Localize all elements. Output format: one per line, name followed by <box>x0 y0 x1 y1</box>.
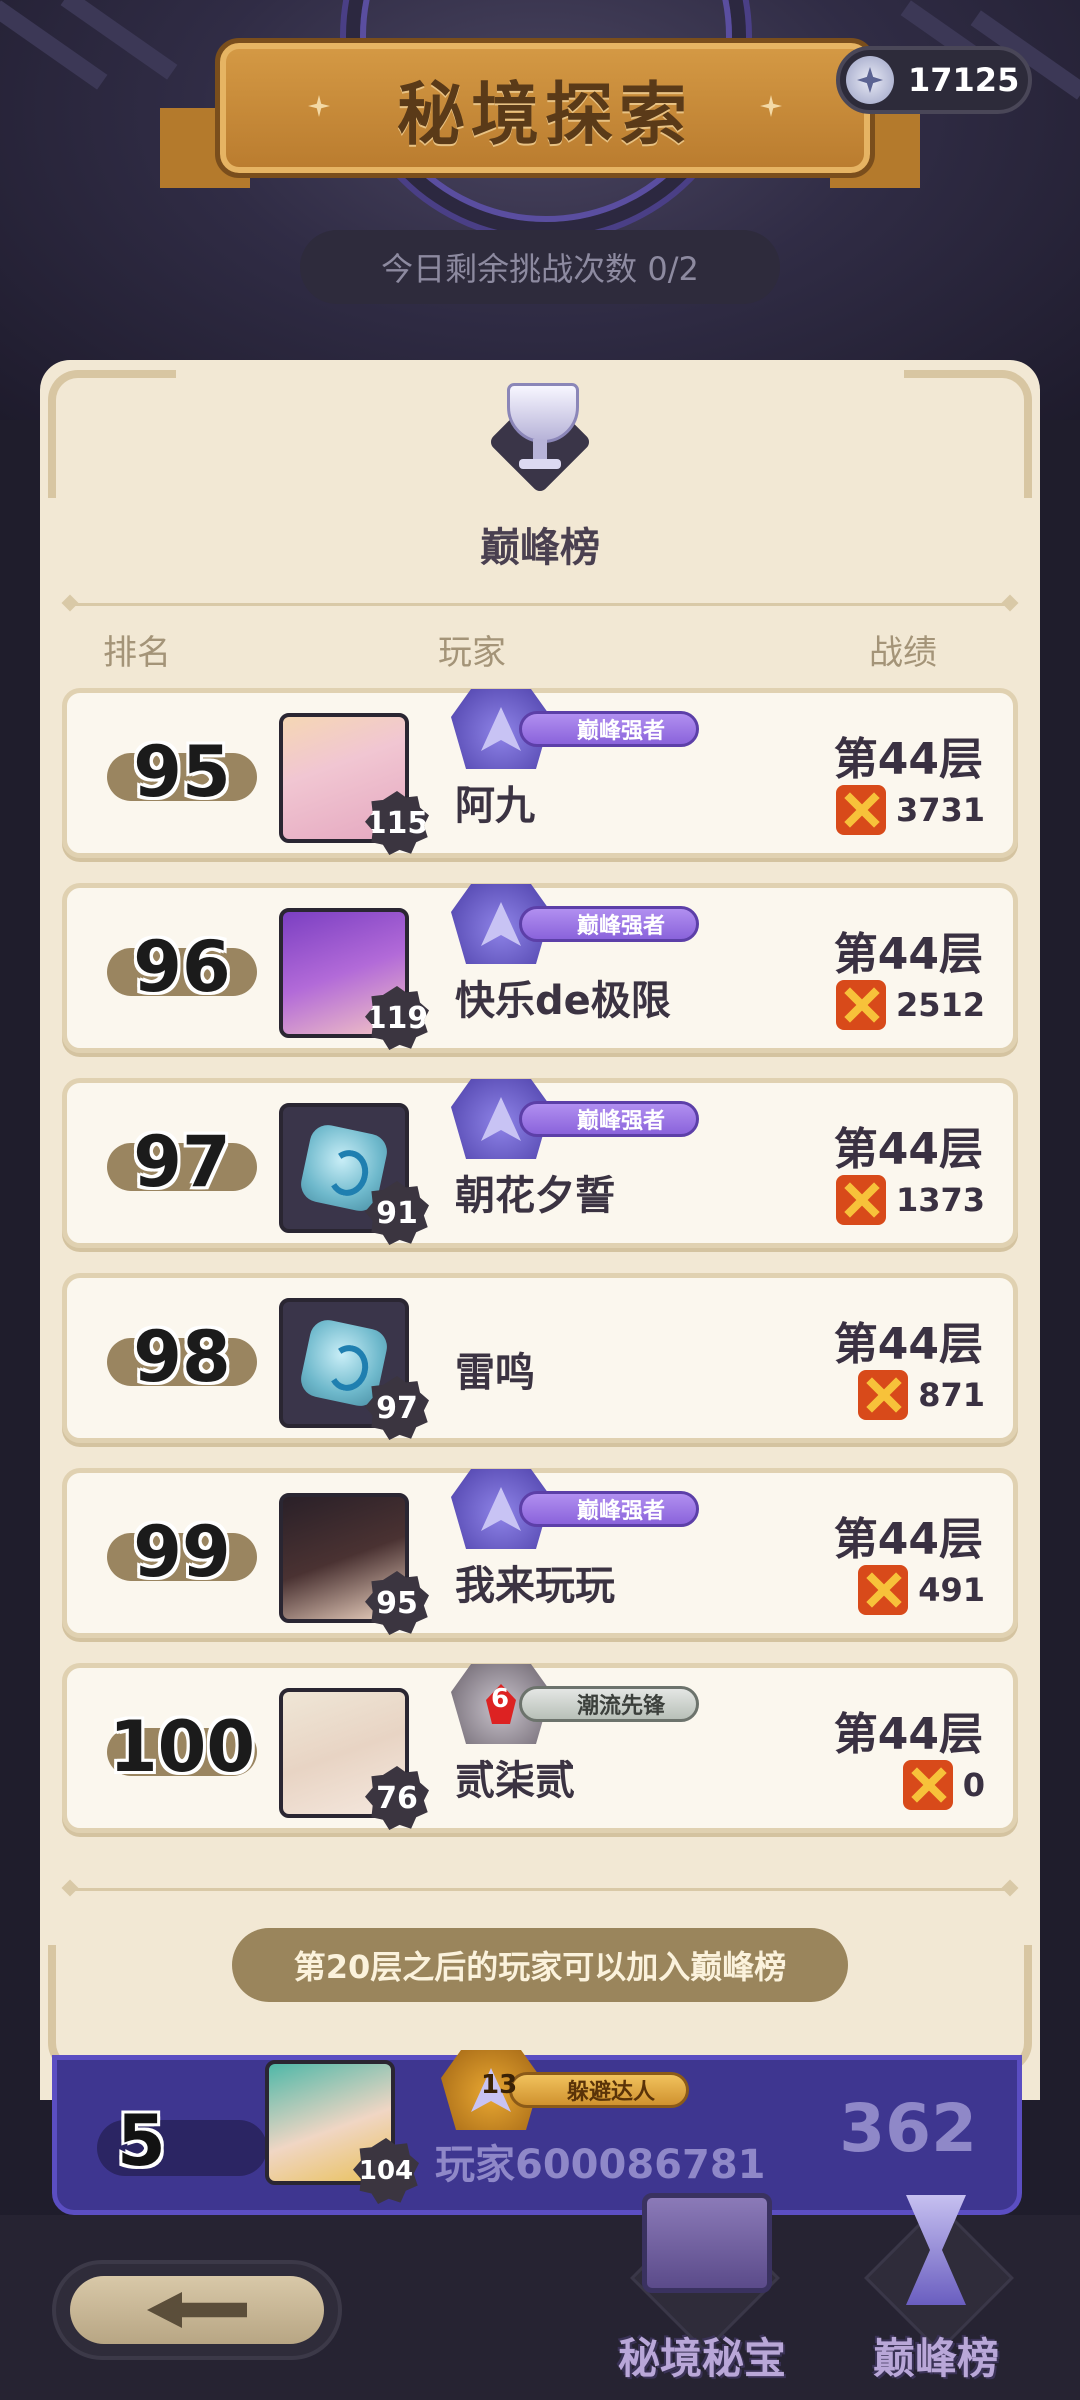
crossed-swords-icon <box>902 1760 953 1810</box>
nav-leaderboard[interactable]: 巅峰榜 <box>836 2195 1036 2400</box>
player-name: 快乐de极限 <box>455 978 671 1024</box>
leaderboard-row[interactable]: 98 97 雷鸣 第44层 871 <box>62 1273 1018 1443</box>
title-banner: 秘境探索 <box>215 38 875 178</box>
badge-label: 巅峰强者 <box>519 711 699 747</box>
rank-number: 96 <box>133 926 231 1008</box>
score-value: 491 <box>918 1571 985 1609</box>
title-badge: 6 潮流先锋 <box>451 1664 771 1744</box>
column-header-player: 玩家 <box>438 633 506 673</box>
badge-label: 潮流先锋 <box>519 1686 699 1722</box>
bottom-bar: 秘境秘宝 巅峰榜 <box>0 2193 1080 2400</box>
title-badge: 巅峰强者 <box>451 884 771 964</box>
star-crystal-icon <box>846 56 894 104</box>
rank-number: 100 <box>108 1706 256 1788</box>
crossed-swords-icon <box>835 1175 886 1225</box>
back-arrow-icon <box>147 2292 247 2328</box>
score-value: 3731 <box>895 791 985 829</box>
floor-record: 第44层 <box>833 1514 983 1565</box>
my-rank-row[interactable]: 5 104 13 躲避达人 玩家600086781 362 <box>52 2050 1022 2215</box>
battle-score: 0 <box>902 1760 985 1810</box>
floor-record: 第44层 <box>833 1709 983 1760</box>
badge-label: 巅峰强者 <box>519 906 699 942</box>
remaining-attempts: 今日剩余挑战次数 0/2 <box>300 230 780 304</box>
nav-leaderboard-label: 巅峰榜 <box>872 2334 999 2383</box>
column-header-record: 战绩 <box>869 633 937 673</box>
currency-display[interactable]: 17125 <box>836 46 1032 114</box>
leaderboard-row[interactable]: 96 119 巅峰强者 快乐de极限 第44层 2512 <box>62 883 1018 1053</box>
sparkle-icon <box>308 95 330 117</box>
battle-score: 491 <box>858 1565 985 1615</box>
floor-record: 第44层 <box>833 1319 983 1370</box>
score-value: 1373 <box>895 1181 985 1219</box>
leaderboard-row[interactable]: 100 76 6 潮流先锋 贰柒贰 第44层 0 <box>62 1663 1018 1833</box>
badge-label: 巅峰强者 <box>519 1491 699 1527</box>
rank-number: 98 <box>133 1316 231 1398</box>
trophy-icon <box>485 375 595 495</box>
rank-number: 97 <box>133 1121 231 1203</box>
floor-record: 第44层 <box>833 734 983 785</box>
score-value: 871 <box>918 1376 985 1414</box>
player-name: 雷鸣 <box>455 1350 535 1396</box>
divider <box>70 1888 1010 1891</box>
battle-score: 1373 <box>835 1175 985 1225</box>
rank-number: 99 <box>133 1511 231 1593</box>
divider <box>70 603 1010 606</box>
page-title: 秘境探索 <box>396 75 693 155</box>
player-name: 贰柒贰 <box>455 1758 575 1804</box>
score-value: 2512 <box>895 986 985 1024</box>
battle-score: 3731 <box>835 785 985 835</box>
crossed-swords-icon <box>835 980 886 1030</box>
column-header-rank: 排名 <box>103 633 171 673</box>
leaderboard-hint: 第20层之后的玩家可以加入巅峰榜 <box>232 1928 848 2002</box>
battle-score: 2512 <box>835 980 985 1030</box>
currency-value: 17125 <box>908 61 1020 99</box>
badge-label: 巅峰强者 <box>519 1101 699 1137</box>
battle-score: 871 <box>858 1370 985 1420</box>
corner-ornament <box>904 370 1032 498</box>
leaderboard-row[interactable]: 95 115 巅峰强者 阿九 第44层 3731 <box>62 688 1018 858</box>
crossed-swords-icon <box>835 785 886 835</box>
my-rank-number: 5 <box>117 2100 166 2182</box>
my-score: 362 <box>839 2090 977 2167</box>
rank-number: 95 <box>133 731 231 813</box>
crossed-swords-icon <box>858 1565 909 1615</box>
title-badge: 巅峰强者 <box>451 1469 771 1549</box>
title-badge: 巅峰强者 <box>451 1079 771 1159</box>
leaderboard-title: 巅峰榜 <box>480 525 600 571</box>
leaderboard-row[interactable]: 99 95 巅峰强者 我来玩玩 第44层 491 <box>62 1468 1018 1638</box>
nav-treasure[interactable]: 秘境秘宝 <box>602 2193 802 2400</box>
badge-number: 13 <box>481 2070 518 2100</box>
my-title-badge: 13 躲避达人 <box>441 2050 761 2130</box>
corner-ornament <box>48 1945 176 2073</box>
leaderboard-row[interactable]: 97 91 巅峰强者 朝花夕誓 第44层 1373 <box>62 1078 1018 1248</box>
player-name: 我来玩玩 <box>455 1563 615 1609</box>
treasure-chest-icon <box>642 2193 772 2293</box>
corner-ornament <box>904 1945 1032 2073</box>
my-player-name: 玩家600086781 <box>435 2142 766 2188</box>
badge-number: 6 <box>491 1684 510 1714</box>
badge-label: 躲避达人 <box>509 2072 689 2108</box>
corner-ornament <box>48 370 176 498</box>
floor-record: 第44层 <box>833 1124 983 1175</box>
floor-record: 第44层 <box>833 929 983 980</box>
crossed-swords-icon <box>858 1370 909 1420</box>
sparkle-icon <box>760 95 782 117</box>
back-button[interactable] <box>52 2260 342 2360</box>
player-name: 朝花夕誓 <box>455 1173 615 1219</box>
nav-treasure-label: 秘境秘宝 <box>617 2334 786 2383</box>
title-badge: 巅峰强者 <box>451 689 771 769</box>
score-value: 0 <box>962 1766 985 1804</box>
player-name: 阿九 <box>455 783 535 829</box>
